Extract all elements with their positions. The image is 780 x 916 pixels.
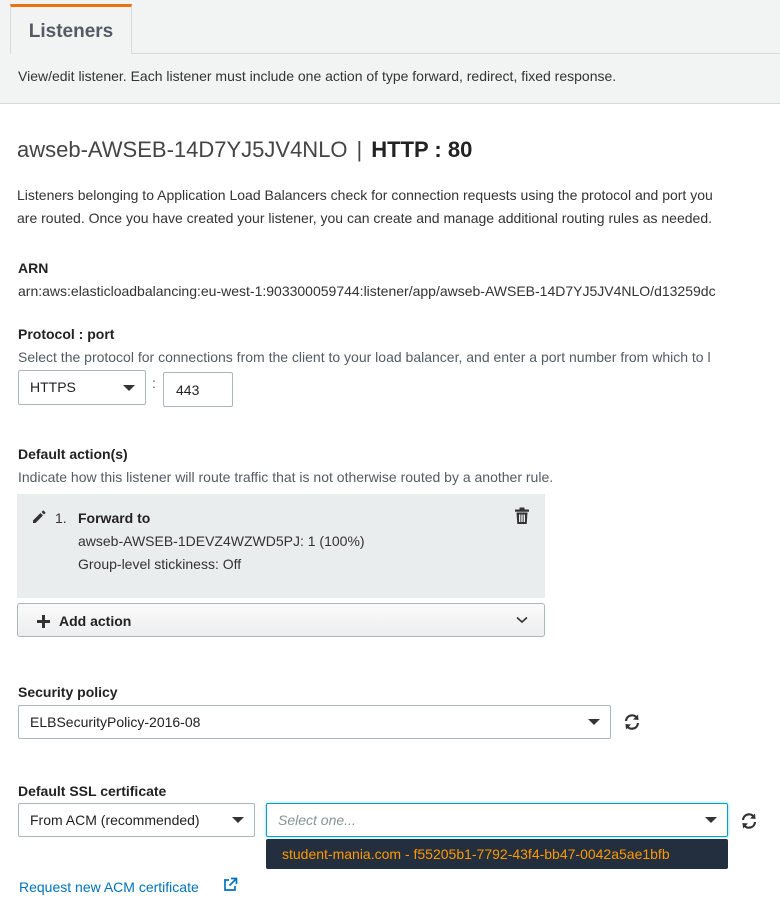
intro-line-2: are routed. Once you have created your l…: [17, 210, 713, 226]
certificate-option-label: student-mania.com - f55205b1-7792-43f4-b…: [282, 846, 670, 862]
ssl-label: Default SSL certificate: [18, 783, 167, 799]
action-card: 1. Forward to awseb-AWSEB-1DEVZ4WZWD5PJ:…: [17, 494, 545, 598]
certificate-source-value: From ACM (recommended): [30, 812, 200, 828]
security-policy-value: ELBSecurityPolicy-2016-08: [30, 714, 201, 730]
certificate-option[interactable]: student-mania.com - f55205b1-7792-43f4-b…: [266, 839, 728, 869]
security-policy-label: Security policy: [18, 684, 118, 700]
listener-name: HTTP : 80: [371, 137, 473, 162]
tab-listeners-label: Listeners: [28, 21, 114, 42]
action-target: awseb-AWSEB-1DEVZ4WZWD5PJ: 1 (100%): [78, 533, 365, 549]
port-input[interactable]: 443: [163, 372, 233, 407]
protocol-select-value: HTTPS: [30, 379, 76, 395]
action-stickiness: Group-level stickiness: Off: [78, 556, 242, 572]
chevron-down-icon: [705, 817, 717, 823]
protocol-help: Select the protocol for connections from…: [18, 349, 711, 365]
certificate-select-placeholder: Select one...: [278, 812, 356, 828]
arn-label: ARN: [18, 260, 49, 276]
request-certificate-link[interactable]: Request new ACM certificate: [19, 879, 199, 895]
tab-description: View/edit listener. Each listener must i…: [18, 68, 617, 84]
port-value: 443: [176, 382, 200, 398]
refresh-icon[interactable]: [623, 713, 641, 731]
default-actions-help: Indicate how this listener will route tr…: [18, 469, 554, 485]
tab-divider: [132, 53, 780, 54]
refresh-icon[interactable]: [740, 812, 758, 830]
arn-value: arn:aws:elasticloadbalancing:eu-west-1:9…: [18, 283, 716, 299]
protocol-select[interactable]: HTTPS: [18, 370, 146, 405]
protocol-label: Protocol : port: [18, 326, 115, 342]
intro-line-1: Listeners belonging to Application Load …: [17, 187, 713, 203]
certificate-select[interactable]: Select one...: [266, 803, 728, 837]
port-colon: :: [152, 375, 156, 391]
chevron-down-icon: [232, 817, 244, 823]
add-action-label: Add action: [59, 613, 132, 629]
plus-icon: [37, 615, 50, 628]
page-title: awseb-AWSEB-14D7YJ5JV4NLO | HTTP : 80: [17, 137, 472, 163]
title-separator: |: [356, 137, 363, 162]
pencil-icon[interactable]: [31, 509, 47, 525]
chevron-down-icon: [516, 616, 528, 624]
trash-icon[interactable]: [514, 507, 530, 525]
chevron-down-icon: [123, 385, 135, 391]
default-actions-label: Default action(s): [18, 446, 128, 462]
add-action-button[interactable]: Add action: [17, 603, 545, 637]
request-certificate-label: Request new ACM certificate: [19, 879, 199, 895]
tab-listeners[interactable]: Listeners: [10, 4, 132, 54]
chevron-down-icon: [588, 719, 600, 725]
external-link-icon[interactable]: [222, 877, 238, 893]
load-balancer-name: awseb-AWSEB-14D7YJ5JV4NLO: [17, 137, 348, 162]
security-policy-select[interactable]: ELBSecurityPolicy-2016-08: [18, 705, 611, 739]
certificate-source-select[interactable]: From ACM (recommended): [18, 803, 255, 837]
action-type: Forward to: [78, 510, 151, 526]
action-number: 1.: [55, 510, 67, 526]
tab-bar: Listeners View/edit listener. Each liste…: [0, 0, 780, 104]
